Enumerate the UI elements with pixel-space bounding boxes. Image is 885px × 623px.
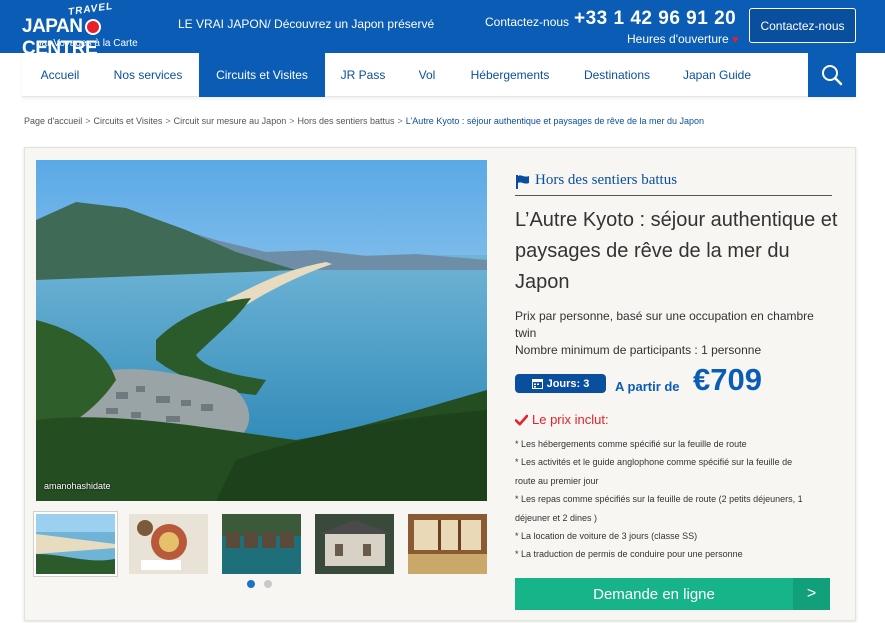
thumbnail-4[interactable] <box>315 514 394 574</box>
nav-item-hebergements[interactable]: Hébergements <box>453 53 567 97</box>
arrow-right-icon: > <box>793 578 830 610</box>
tour-card: amanohashidate Hors des sentiers battus … <box>24 147 856 621</box>
thumbnail-boathouses-image <box>222 514 301 574</box>
included-item: * La traduction de permis de conduire po… <box>515 549 743 560</box>
logo-subtitle: par Voyages à la Carte <box>36 38 138 49</box>
heart-icon: ♥ <box>732 34 739 46</box>
search-icon <box>822 65 843 86</box>
breadcrumb: Page d'accueil > Circuits et Visites > Circu… <box>24 116 704 126</box>
online-request-label: Demande en ligne <box>593 585 715 603</box>
included-title: Le prix inclut: <box>532 412 609 427</box>
online-request-button[interactable]: Demande en ligne > <box>515 578 830 610</box>
tour-title: L’Autre Kyoto : séjour authentique et pa… <box>515 209 838 293</box>
nav-item-destinations[interactable]: Destinations <box>567 53 667 97</box>
contact-button[interactable]: Contactez-nous <box>749 8 856 43</box>
contact-label: Contactez-nous <box>485 15 570 29</box>
included-item: * Les activités et le guide anglophone c… <box>515 457 793 486</box>
carousel-dot-2[interactable] <box>264 580 272 588</box>
price-basis: Prix par personne, basé sur une occupati… <box>515 309 814 340</box>
included-heading: Le prix inclut: <box>515 412 609 427</box>
opening-hours-label: Heures d'ouverture <box>627 32 729 46</box>
header-tagline: LE VRAI JAPON/ Découvrez un Japon préser… <box>178 17 435 31</box>
tour-price: €709 <box>693 362 762 397</box>
breadcrumb-separator: > <box>289 116 295 126</box>
tour-price-details: Prix par personne, basé sur une occupati… <box>515 308 825 359</box>
tour-main-photo[interactable]: amanohashidate <box>36 160 487 501</box>
thumbnail-strip <box>34 512 487 576</box>
nav-item-jr-pass[interactable]: JR Pass <box>325 53 401 97</box>
thumbnail-3[interactable] <box>222 514 301 574</box>
carousel-dot-1[interactable] <box>247 580 255 588</box>
thumbnail-1[interactable] <box>34 512 117 576</box>
amanohashidate-landscape-image <box>36 160 487 501</box>
thumbnail-tatami-room-image <box>408 514 487 574</box>
nav-item-nos-services[interactable]: Nos services <box>98 53 198 97</box>
days-badge: Jours: 3 <box>515 374 606 393</box>
nav-item-japan-guide[interactable]: Japan Guide <box>667 53 767 97</box>
thumbnail-5[interactable] <box>408 514 487 574</box>
nav-item-vol[interactable]: Vol <box>401 53 453 97</box>
breadcrumb-separator: > <box>397 116 403 126</box>
breadcrumb-separator: > <box>165 116 171 126</box>
days-label: Jours: 3 <box>546 377 590 390</box>
japan-travel-centre-logo[interactable]: TRAVEL JAPANCENTRE par Voyages à la Cart… <box>22 1 152 59</box>
included-item: * La location de voiture de 3 jours (cla… <box>515 531 698 542</box>
price-from-label: A partir de <box>615 379 680 394</box>
breadcrumb-hors-des-sentiers[interactable]: Hors des sentiers battus <box>297 116 394 126</box>
search-button[interactable] <box>808 53 856 97</box>
tour-category[interactable]: Hors des sentiers battus <box>515 172 832 196</box>
checkmark-icon <box>515 414 528 425</box>
thumbnail-meal-image <box>129 514 208 574</box>
thumbnail-inn-image <box>315 514 394 574</box>
thumbnail-2[interactable] <box>129 514 208 574</box>
min-participants: Nombre minimum de participants : 1 perso… <box>515 343 762 357</box>
carousel-dots <box>247 580 272 588</box>
included-item: * Les hébergements comme spécifié sur la… <box>515 439 747 449</box>
nav-item-circuits-et-visites[interactable]: Circuits et Visites <box>199 53 325 97</box>
top-header: TRAVEL JAPANCENTRE par Voyages à la Cart… <box>0 0 885 59</box>
logo-sun-icon <box>85 19 101 35</box>
opening-hours-link[interactable]: Heures d'ouverture ♥ <box>627 32 739 46</box>
flag-icon <box>516 175 529 189</box>
tour-category-label: Hors des sentiers battus <box>535 172 678 188</box>
image-caption: amanohashidate <box>44 481 111 491</box>
nav-item-accueil[interactable]: Accueil <box>22 53 98 97</box>
included-item: * Les repas comme spécifiés sur la feuil… <box>515 494 803 523</box>
breadcrumb-circuits[interactable]: Circuits et Visites <box>94 116 163 126</box>
main-nav: Accueil Nos services Circuits et Visites… <box>22 53 856 97</box>
breadcrumb-separator: > <box>85 116 91 126</box>
breadcrumb-home[interactable]: Page d'accueil <box>24 116 82 126</box>
breadcrumb-current: L’Autre Kyoto : séjour authentique et pa… <box>405 116 704 126</box>
phone-number[interactable]: +33 1 42 96 91 20 <box>574 8 736 30</box>
thumbnail-coast-image <box>36 514 115 574</box>
breadcrumb-circuit-sur-mesure[interactable]: Circuit sur mesure au Japon <box>174 116 287 126</box>
included-list: * Les hébergements comme spécifié sur la… <box>515 435 805 564</box>
calendar-icon <box>531 379 543 389</box>
